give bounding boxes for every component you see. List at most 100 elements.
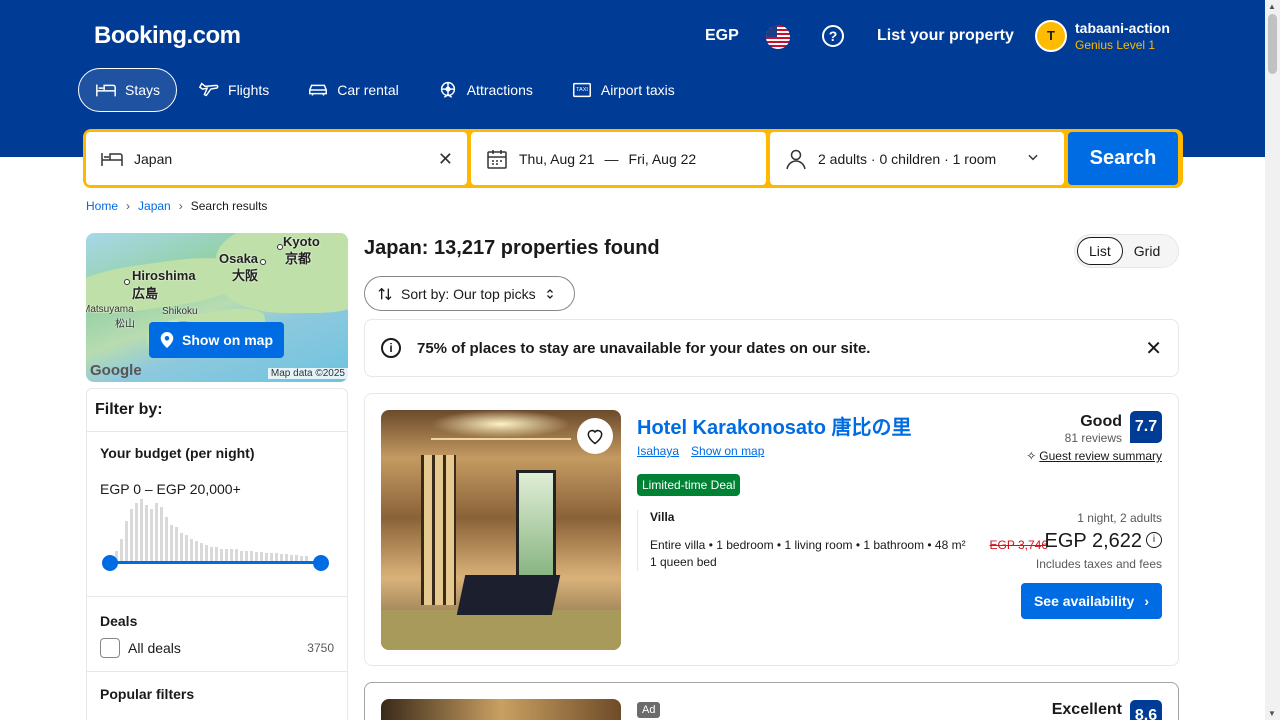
sort-dropdown[interactable]: Sort by: Our top picks bbox=[364, 276, 575, 311]
room-description: Entire villa • 1 bedroom • 1 living room… bbox=[650, 538, 966, 552]
map-label-matsuyama: Matsuyama bbox=[86, 304, 134, 315]
availability-notice: i 75% of places to stay are unavailable … bbox=[364, 319, 1179, 377]
show-on-map-button[interactable]: Show on map bbox=[149, 322, 284, 358]
all-deals-count: 3750 bbox=[307, 641, 334, 655]
list-property-link[interactable]: List your property bbox=[877, 27, 1014, 45]
all-deals-option[interactable]: All deals 3750 bbox=[100, 638, 334, 658]
us-flag-icon[interactable] bbox=[766, 25, 790, 49]
lattice-screen bbox=[421, 455, 456, 605]
histogram-bar bbox=[200, 543, 203, 561]
histogram-bar bbox=[220, 549, 223, 561]
map-data-credit[interactable]: Map data ©2025 bbox=[267, 368, 348, 379]
review-score-badge[interactable]: 8.6 bbox=[1130, 700, 1162, 720]
wishlist-heart-icon[interactable] bbox=[577, 418, 613, 454]
list-view-button[interactable]: List bbox=[1077, 237, 1123, 265]
property-card[interactable]: Ad Excellent 8.6 bbox=[364, 682, 1179, 720]
user-name[interactable]: tabaani-action bbox=[1075, 20, 1170, 36]
histogram-bar bbox=[125, 521, 128, 561]
histogram-bar bbox=[210, 547, 213, 561]
scroll-down-arrow-icon[interactable]: ▼ bbox=[1268, 709, 1276, 718]
breadcrumb-home[interactable]: Home bbox=[86, 199, 118, 213]
booking-logo[interactable]: Booking.com bbox=[94, 22, 241, 50]
show-on-map-link[interactable]: Show on map bbox=[691, 444, 764, 458]
destination-value[interactable]: Japan bbox=[134, 151, 172, 167]
clear-icon[interactable]: ✕ bbox=[438, 149, 453, 170]
property-photo[interactable] bbox=[381, 699, 621, 720]
map-label-hiroshima: Hiroshima bbox=[132, 268, 196, 283]
budget-slider-max-handle[interactable] bbox=[313, 555, 329, 571]
car-icon bbox=[309, 84, 328, 96]
breadcrumb-japan[interactable]: Japan bbox=[138, 199, 171, 213]
chevron-down-icon bbox=[1028, 154, 1038, 161]
notice-text: 75% of places to stay are unavailable fo… bbox=[417, 339, 871, 357]
scrollbar-thumb[interactable] bbox=[1268, 14, 1277, 74]
plane-icon bbox=[198, 82, 219, 97]
bed-icon bbox=[96, 84, 116, 97]
histogram-bar bbox=[145, 505, 148, 561]
filter-panel: Filter by: Your budget (per night) EGP 0… bbox=[86, 388, 348, 720]
review-count: 81 reviews bbox=[1064, 431, 1122, 445]
chevron-right-icon: › bbox=[126, 199, 131, 213]
room-details: Villa Entire villa • 1 bedroom • 1 livin… bbox=[637, 510, 966, 571]
deals-title: Deals bbox=[100, 613, 138, 629]
breadcrumb-current: Search results bbox=[190, 199, 268, 213]
review-score-badge[interactable]: 7.7 bbox=[1130, 411, 1162, 443]
filter-title: Filter by: bbox=[87, 389, 347, 432]
close-icon[interactable]: ✕ bbox=[1145, 336, 1162, 361]
property-card[interactable]: Hotel Karakonosato 唐比の里 Isahaya Show on … bbox=[364, 393, 1179, 666]
popular-filters: Popular filters bbox=[87, 671, 347, 716]
help-icon[interactable]: ? bbox=[822, 25, 844, 47]
low-table bbox=[456, 575, 561, 615]
see-availability-label: See availability bbox=[1033, 593, 1135, 609]
date-field[interactable]: Thu, Aug 21 — Fri, Aug 22 bbox=[471, 132, 766, 185]
search-button[interactable]: Search bbox=[1068, 132, 1178, 185]
histogram-bar bbox=[180, 533, 183, 561]
all-deals-checkbox[interactable] bbox=[100, 638, 120, 658]
nav-attractions[interactable]: Attractions bbox=[420, 68, 550, 112]
google-logo: Google bbox=[90, 362, 142, 379]
taxes-note: Includes taxes and fees bbox=[1035, 557, 1162, 571]
histogram-bar bbox=[270, 553, 273, 561]
budget-slider-track[interactable] bbox=[111, 561, 322, 564]
histogram-bar bbox=[230, 549, 233, 561]
view-toggle: List Grid bbox=[1074, 234, 1179, 268]
destination-field[interactable]: Japan ✕ bbox=[86, 132, 467, 185]
histogram-bar bbox=[250, 551, 253, 561]
grid-view-button[interactable]: Grid bbox=[1123, 237, 1171, 265]
chevron-right-icon: › bbox=[1144, 593, 1150, 609]
product-nav: Stays Flights Car rental Attractions TAX… bbox=[78, 68, 692, 112]
currency-selector[interactable]: EGP bbox=[705, 27, 739, 45]
property-name[interactable]: Hotel Karakonosato 唐比の里 bbox=[637, 411, 911, 440]
avatar[interactable]: T bbox=[1035, 20, 1067, 52]
current-price: EGP 2,622 bbox=[1044, 530, 1142, 552]
scroll-up-arrow-icon[interactable]: ▲ bbox=[1268, 2, 1276, 11]
genius-level: Genius Level 1 bbox=[1075, 38, 1156, 52]
nav-airport-taxis[interactable]: TAXI Airport taxis bbox=[554, 68, 692, 112]
guests-field[interactable]: 2 adults · 0 children · 1 room bbox=[770, 132, 1064, 185]
price-info-icon[interactable]: i bbox=[1146, 532, 1162, 548]
histogram-bar bbox=[160, 507, 163, 561]
page-scrollbar[interactable]: ▲ ▼ bbox=[1265, 0, 1280, 720]
check-out-date: Fri, Aug 22 bbox=[628, 150, 697, 167]
search-bar: Japan ✕ Thu, Aug 21 — Fri, Aug 22 2 adul… bbox=[83, 129, 1183, 188]
nav-flights[interactable]: Flights bbox=[181, 68, 286, 112]
location-link[interactable]: Isahaya bbox=[637, 444, 679, 458]
nav-stays[interactable]: Stays bbox=[78, 68, 178, 112]
info-icon: i bbox=[381, 338, 401, 358]
person-icon bbox=[786, 149, 806, 169]
nav-car-rental[interactable]: Car rental bbox=[290, 68, 415, 112]
budget-slider-min-handle[interactable] bbox=[102, 555, 118, 571]
city-marker bbox=[124, 279, 130, 285]
show-on-map-label: Show on map bbox=[182, 332, 273, 348]
guest-review-summary-link[interactable]: ✧ Guest review summary bbox=[1026, 449, 1162, 463]
see-availability-button[interactable]: See availability › bbox=[1021, 583, 1162, 619]
map-preview[interactable]: Kyoto 京都 Osaka 大阪 Hiroshima 広島 Shikoku 四… bbox=[86, 233, 348, 382]
stay-summary: 1 night, 2 adults bbox=[1077, 511, 1162, 525]
map-label-matsuyama-jp: 松山 bbox=[115, 319, 135, 330]
histogram-bar bbox=[205, 545, 208, 561]
check-in-date: Thu, Aug 21 bbox=[519, 150, 595, 167]
histogram-bar bbox=[260, 552, 263, 561]
property-photo[interactable] bbox=[381, 410, 621, 650]
chevron-right-icon: › bbox=[178, 199, 183, 213]
map-label-kyoto-jp: 京都 bbox=[285, 251, 312, 266]
